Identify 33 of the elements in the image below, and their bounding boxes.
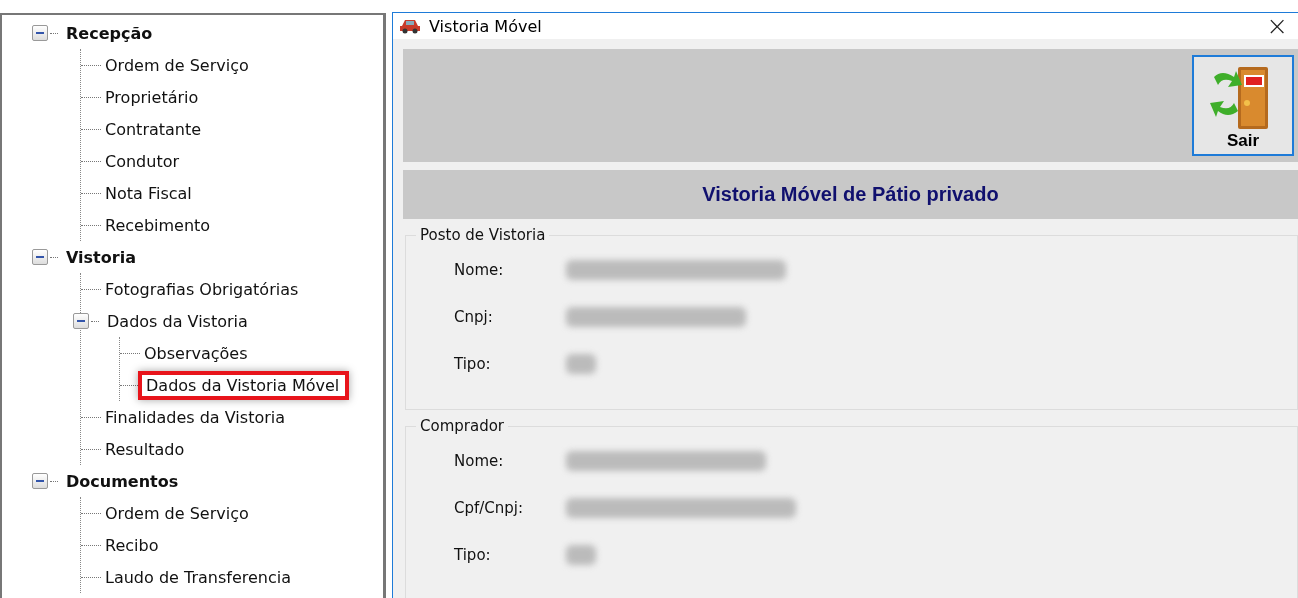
- tree-item[interactable]: Laudo de Transferencia: [103, 566, 293, 588]
- field-label: Tipo:: [454, 354, 492, 373]
- tree-item[interactable]: Observações: [142, 342, 250, 364]
- field-label: Tipo:: [454, 545, 492, 564]
- field-label: Cpf/Cnpj:: [454, 498, 525, 517]
- field-label: Nome:: [454, 260, 505, 279]
- section-header: Vistoria Móvel de Pátio privado: [403, 170, 1298, 219]
- collapse-icon[interactable]: [32, 249, 48, 265]
- collapse-icon[interactable]: [73, 313, 89, 329]
- tree-item[interactable]: Recebimento: [103, 214, 213, 236]
- tree-item[interactable]: Fotografias Obrigatórias: [103, 278, 301, 300]
- car-icon: [399, 17, 421, 35]
- tree-item[interactable]: Recepção: [64, 22, 155, 44]
- group-title: Comprador: [416, 417, 508, 435]
- tree-item[interactable]: Finalidades da Vistoria: [103, 406, 287, 428]
- exit-button[interactable]: Sair: [1192, 55, 1294, 156]
- field-label: Cnpj:: [454, 307, 494, 326]
- tree-item[interactable]: Ordem de Serviço: [103, 54, 251, 76]
- collapse-icon[interactable]: [32, 25, 48, 41]
- collapse-icon[interactable]: [32, 473, 48, 489]
- tree-item[interactable]: Documentos: [64, 470, 181, 492]
- tree-item[interactable]: Nota Fiscal: [103, 182, 194, 204]
- tree-item[interactable]: Vistoria: [64, 246, 138, 268]
- tree-item[interactable]: Proprietário: [103, 86, 201, 108]
- tree-item[interactable]: Ordem de Serviço: [103, 502, 251, 524]
- tree-item[interactable]: Recibo: [103, 534, 161, 556]
- tree-item[interactable]: Condutor: [103, 150, 182, 172]
- field-label: Nome:: [454, 451, 505, 470]
- window-title: Vistoria Móvel: [429, 16, 543, 36]
- close-button[interactable]: ×: [1262, 13, 1292, 39]
- tree-item[interactable]: Resultado: [103, 438, 187, 460]
- tree-item[interactable]: Contratante: [103, 118, 204, 140]
- tree-item[interactable]: Dados da Vistoria: [105, 310, 250, 332]
